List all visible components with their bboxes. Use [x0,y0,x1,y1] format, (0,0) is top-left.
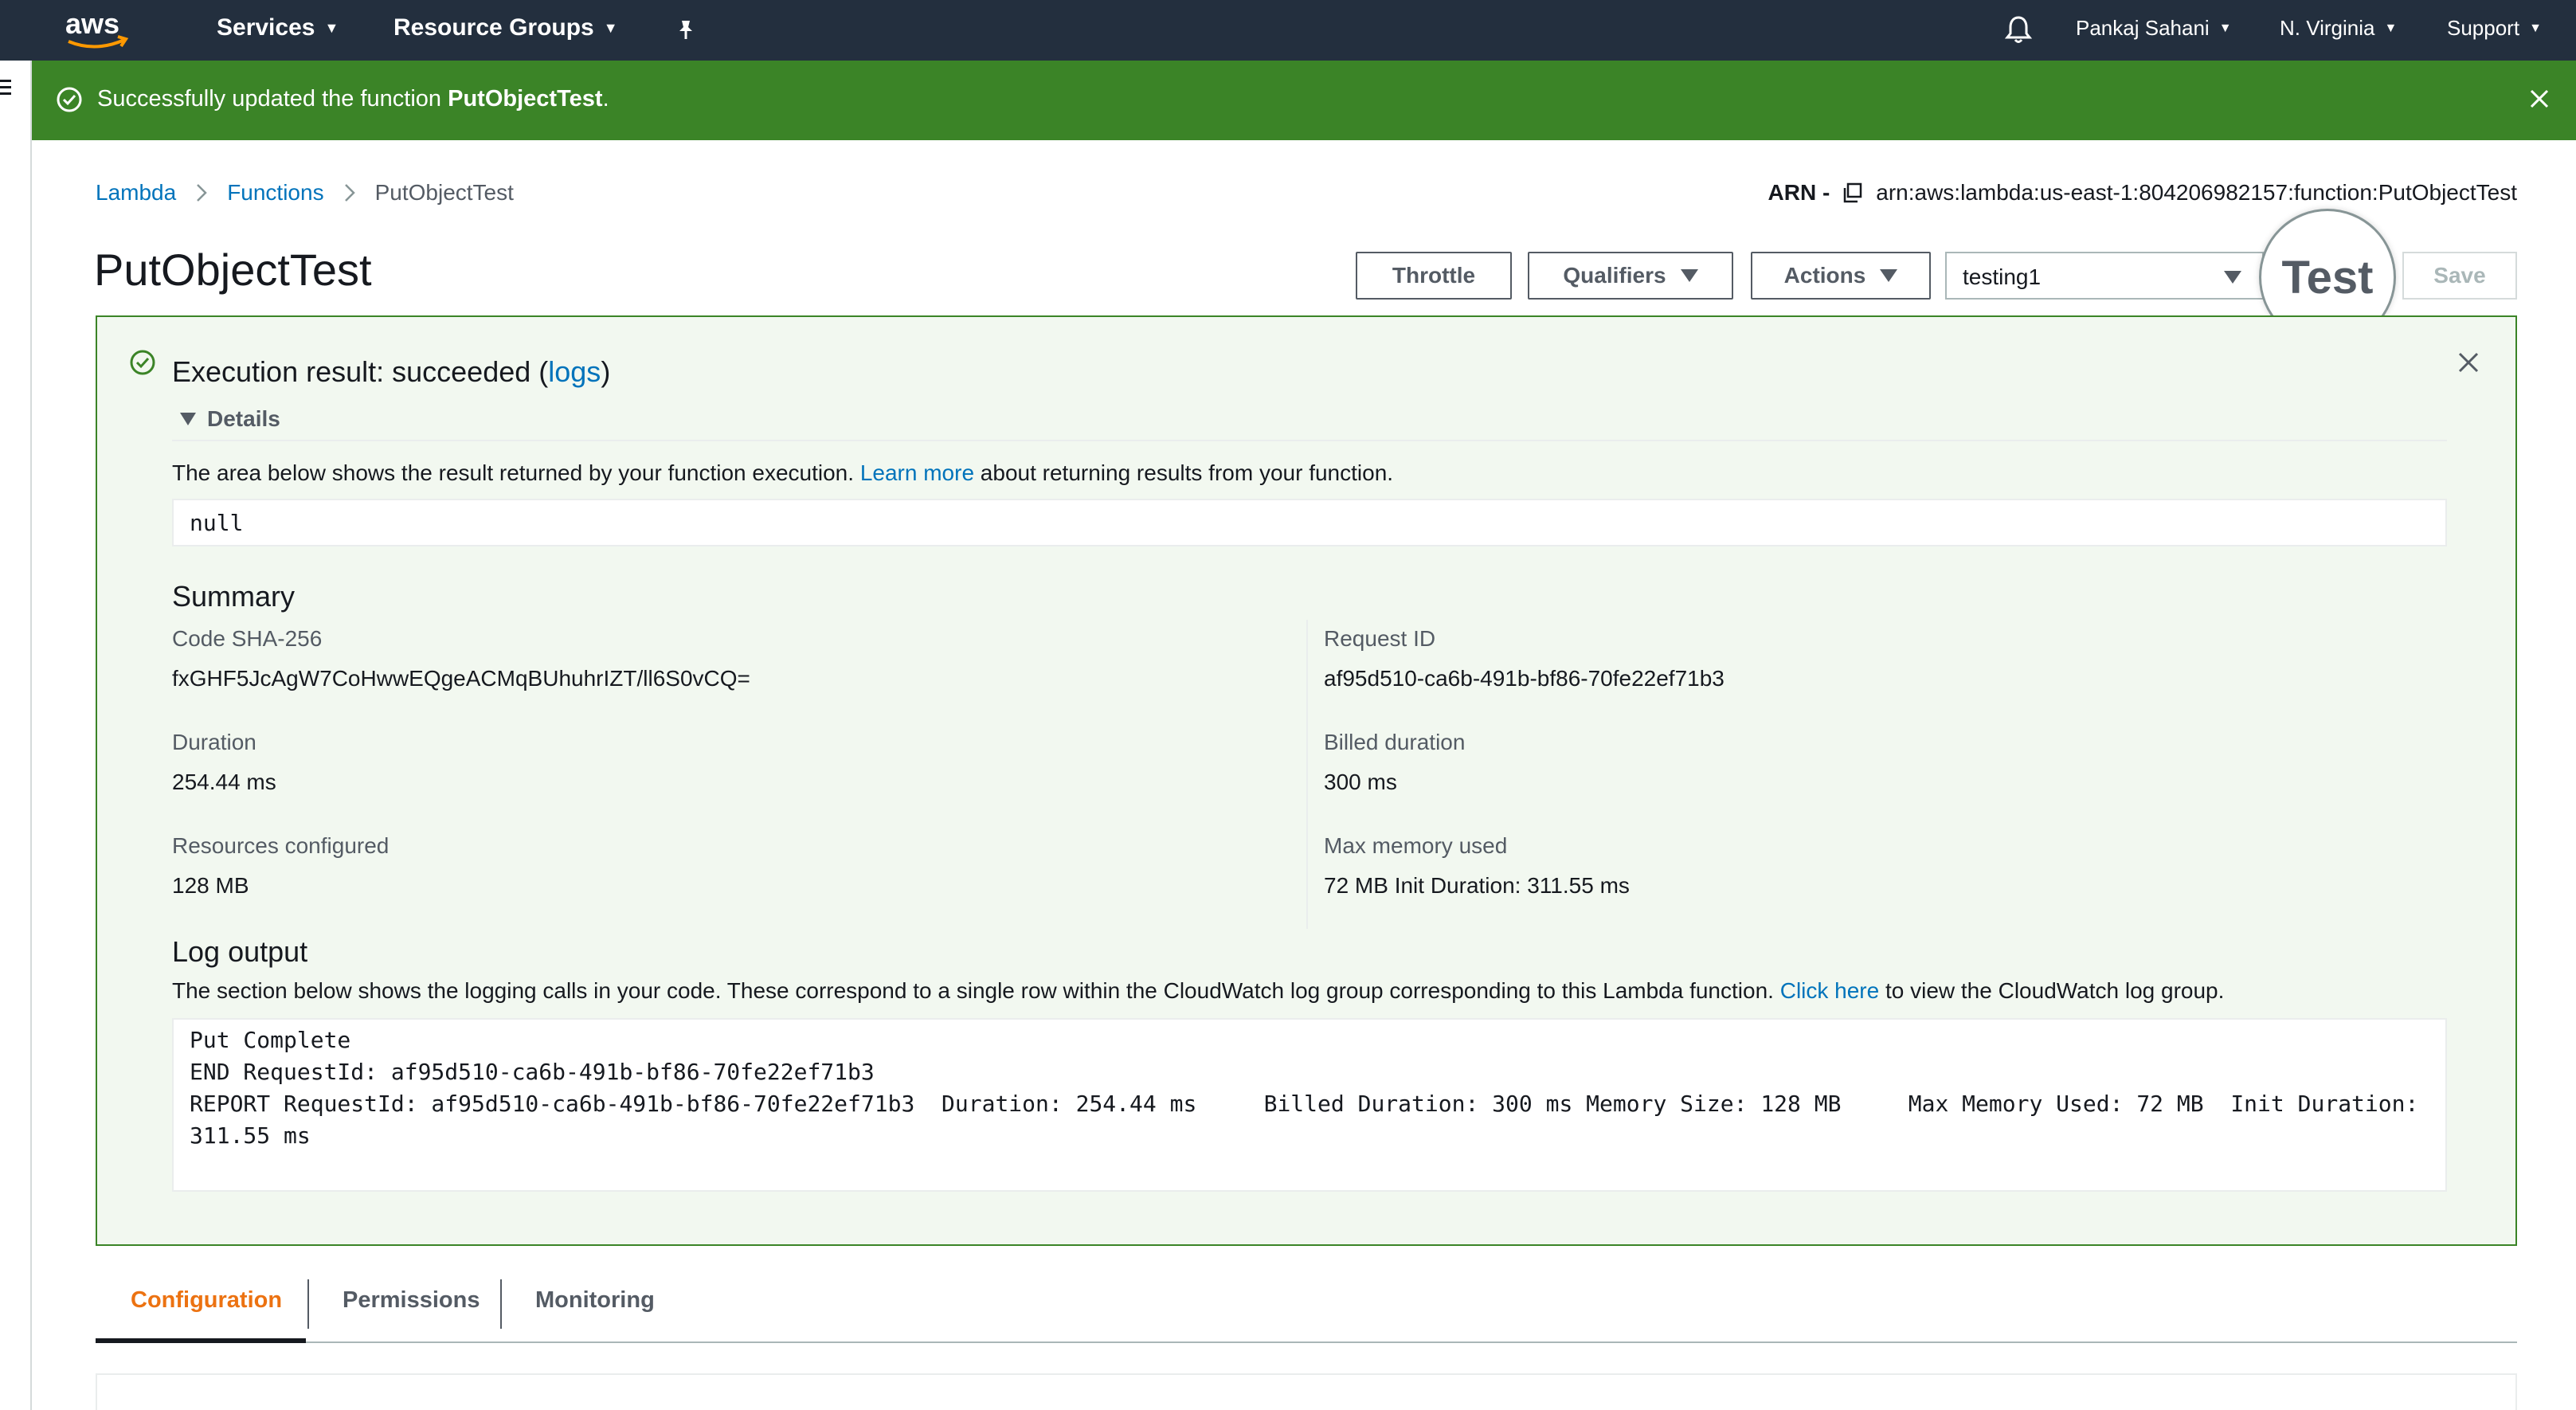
caret-down-icon [1680,269,1698,282]
user-label: Pankaj Sahani [2076,16,2210,40]
execution-result-title: Execution result: succeeded (logs) [172,355,610,389]
billed-duration-value: 300 ms [1324,770,1397,794]
menu-icon[interactable] [0,80,13,97]
duration-value: 254.44 ms [172,770,276,794]
region-menu[interactable]: N. Virginia ▼ [2280,16,2397,41]
qualifiers-button[interactable]: Qualifiers [1528,252,1733,300]
details-toggle[interactable]: Details [180,406,280,432]
throttle-button[interactable]: Throttle [1356,252,1512,300]
resource-groups-menu[interactable]: Resource Groups ▼ [393,14,618,41]
arn-value: arn:aws:lambda:us-east-1:804206982157:fu… [1876,180,2517,205]
column-divider [1306,620,1308,929]
tab-monitoring[interactable]: Monitoring [535,1287,655,1314]
flash-function-name: PutObjectTest [448,86,603,112]
tab-separator [307,1279,309,1329]
log-desc-prefix: The section below shows the logging call… [172,978,1780,1003]
actions-label: Actions [1783,263,1866,288]
qualifiers-label: Qualifiers [1563,263,1666,288]
arn-label: ARN - [1768,180,1830,205]
support-label: Support [2447,16,2520,40]
request-id-label: Request ID [1324,626,1436,651]
close-icon[interactable] [2453,347,2484,378]
pin-icon[interactable] [674,18,698,41]
log-desc-suffix: to view the CloudWatch log group. [1879,978,2225,1003]
code-sha-label: Code SHA-256 [172,626,323,651]
bell-icon[interactable] [2004,14,2033,45]
logs-link[interactable]: logs [548,355,601,388]
result-desc-suffix: about returning results from your functi… [974,460,1394,485]
chevron-down-icon: ▼ [324,19,339,36]
tab-configuration[interactable]: Configuration [131,1287,282,1314]
result-description: The area below shows the result returned… [172,460,1393,486]
check-circle-icon [57,87,82,112]
resources-configured-label: Resources configured [172,833,390,858]
caret-down-icon [180,413,196,425]
page-title: PutObjectTest [94,245,372,295]
max-memory-value: 72 MB Init Duration: 311.55 ms [1324,873,1630,898]
chevron-right-icon [344,184,355,202]
result-desc-prefix: The area below shows the result returned… [172,460,860,485]
active-tab-indicator [96,1338,306,1343]
chevron-down-icon: ▼ [2218,21,2232,35]
tab-separator [500,1279,502,1329]
chevron-right-icon [197,184,207,202]
tab-permissions[interactable]: Permissions [343,1287,480,1314]
aws-logo[interactable]: aws [62,3,134,54]
breadcrumb-current: PutObjectTest [374,180,514,205]
caret-down-icon [2224,271,2241,284]
log-description: The section below shows the logging call… [172,978,2224,1004]
log-output-heading: Log output [172,935,308,968]
breadcrumb-functions[interactable]: Functions [227,180,323,206]
test-event-select[interactable]: testing1 [1945,252,2264,300]
side-nav-collapsed [0,61,32,1410]
throttle-label: Throttle [1392,263,1476,288]
configuration-panel [96,1373,2517,1410]
flash-message: Successfully updated the function PutObj… [97,86,609,112]
copy-icon[interactable] [1841,181,1865,205]
save-button[interactable]: Save [2402,252,2517,300]
chevron-down-icon: ▼ [2384,21,2398,35]
cloudwatch-link[interactable]: Click here [1780,978,1879,1003]
log-output-box[interactable]: Put Complete END RequestId: af95d510-ca6… [172,1018,2447,1192]
result-title-suffix: ) [601,355,611,388]
arn-display: ARN - arn:aws:lambda:us-east-1:804206982… [1768,180,2518,206]
services-menu[interactable]: Services ▼ [217,14,339,41]
details-label: Details [207,406,280,431]
divider [172,440,2447,441]
learn-more-link[interactable]: Learn more [860,460,974,485]
return-value-box[interactable]: null [172,499,2447,546]
duration-label: Duration [172,730,256,754]
resources-configured-value: 128 MB [172,873,249,898]
check-circle-icon [130,350,155,375]
chevron-down-icon: ▼ [2529,21,2542,35]
region-label: N. Virginia [2280,16,2375,40]
code-sha-value: fxGHF5JcAgW7CoHwwEQgeACMqBUhuhrIZT/ll6S0… [172,666,750,691]
chevron-down-icon: ▼ [603,19,618,36]
test-event-value: testing1 [1963,264,2042,289]
request-id-value: af95d510-ca6b-491b-bf86-70fe22ef71b3 [1324,666,1725,691]
resource-groups-label: Resource Groups [393,14,594,41]
user-menu[interactable]: Pankaj Sahani ▼ [2076,16,2232,41]
breadcrumb-lambda[interactable]: Lambda [96,180,176,206]
execution-result-panel: Execution result: succeeded (logs) Detai… [96,315,2517,1246]
result-title-prefix: Execution result: succeeded ( [172,355,549,388]
caret-down-icon [1880,269,1898,282]
flash-message-suffix: . [602,86,609,112]
max-memory-label: Max memory used [1324,833,1508,858]
test-label: Test [2281,251,2374,304]
summary-heading: Summary [172,580,296,613]
save-label: Save [2433,263,2486,288]
services-label: Services [217,14,315,41]
billed-duration-label: Billed duration [1324,730,1466,754]
top-navigation-bar: aws Services ▼ Resource Groups ▼ Pankaj … [0,0,2576,61]
close-icon[interactable] [2525,84,2554,113]
breadcrumb: Lambda Functions PutObjectTest [96,180,514,206]
svg-text:aws: aws [65,7,119,40]
support-menu[interactable]: Support ▼ [2447,16,2542,41]
success-flash-bar: Successfully updated the function PutObj… [32,61,2576,140]
function-tabs: Configuration Permissions Monitoring [96,1263,2517,1343]
flash-message-prefix: Successfully updated the function [97,86,448,112]
actions-button[interactable]: Actions [1751,252,1931,300]
